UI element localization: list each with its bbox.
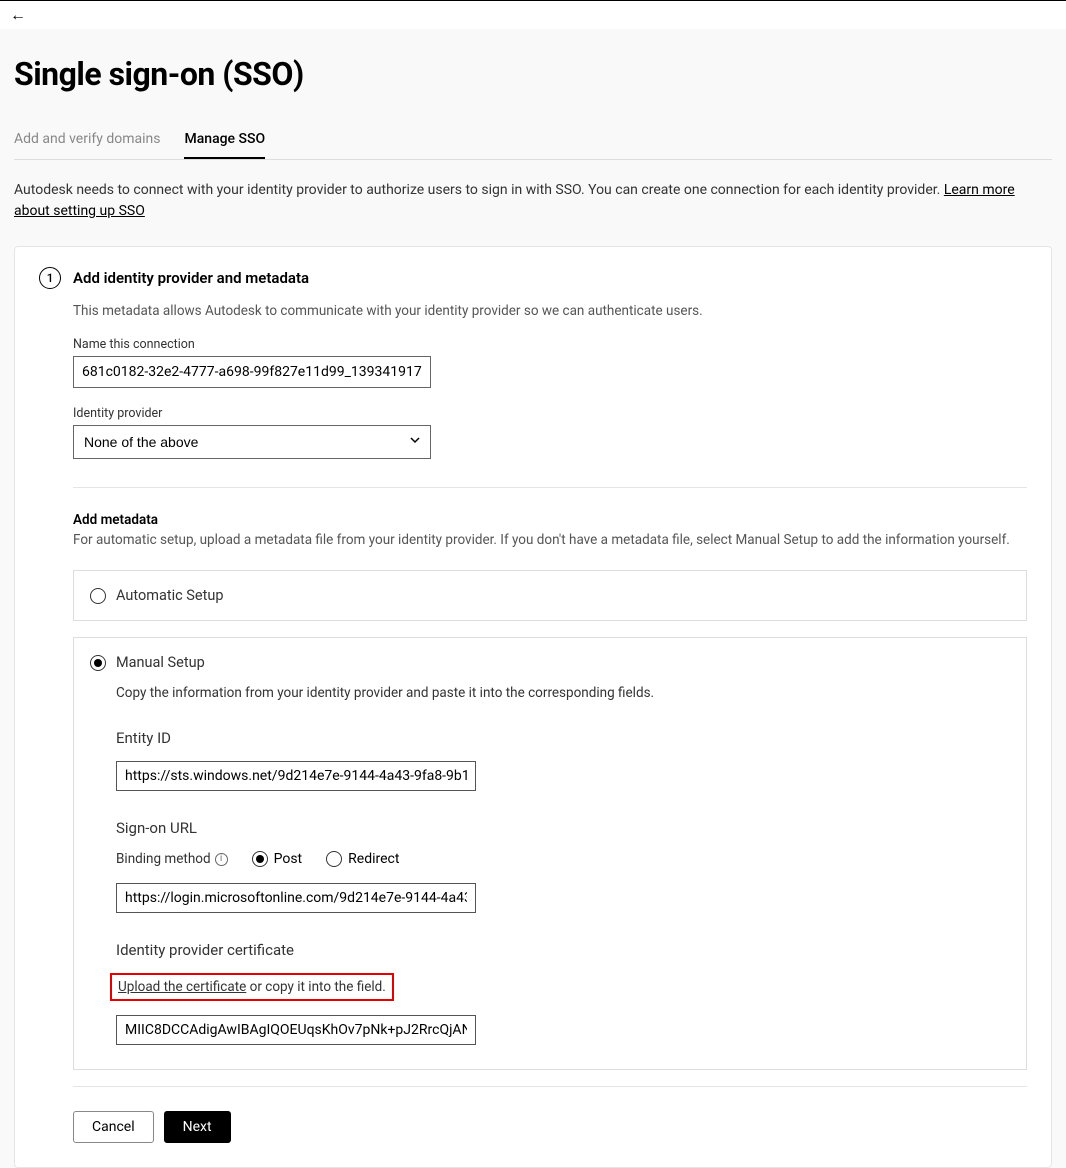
- add-metadata-heading: Add metadata: [73, 512, 1027, 528]
- binding-post-option[interactable]: Post: [252, 851, 303, 867]
- signon-url-label: Sign-on URL: [116, 819, 1010, 837]
- info-icon[interactable]: i: [215, 853, 228, 866]
- step-title: Add identity provider and metadata: [73, 269, 309, 287]
- entity-id-input[interactable]: [116, 761, 476, 791]
- binding-method-label: Binding method i: [116, 851, 228, 867]
- certificate-input[interactable]: [116, 1015, 476, 1045]
- tab-manage-sso[interactable]: Manage SSO: [184, 121, 265, 159]
- step-card: 1 Add identity provider and metadata Thi…: [14, 246, 1052, 1168]
- next-button[interactable]: Next: [164, 1111, 231, 1143]
- identity-provider-select[interactable]: None of the above: [73, 425, 431, 459]
- manual-setup-radio[interactable]: [90, 655, 106, 671]
- entity-id-label: Entity ID: [116, 729, 1010, 747]
- manual-setup-description: Copy the information from your identity …: [116, 685, 1010, 701]
- intro-text-body: Autodesk needs to connect with your iden…: [14, 182, 944, 198]
- highlight-box: Upload the certificate or copy it into t…: [110, 973, 394, 1001]
- automatic-setup-radio[interactable]: [90, 588, 106, 604]
- step-number-badge: 1: [39, 267, 61, 289]
- binding-post-label: Post: [274, 851, 303, 867]
- certificate-label: Identity provider certificate: [116, 941, 1010, 959]
- tab-add-domains[interactable]: Add and verify domains: [14, 121, 160, 159]
- connection-name-input[interactable]: [73, 356, 431, 388]
- connection-name-label: Name this connection: [73, 337, 1027, 352]
- intro-text: Autodesk needs to connect with your iden…: [14, 180, 1052, 222]
- automatic-setup-label: Automatic Setup: [116, 587, 223, 604]
- back-arrow-icon[interactable]: ←: [10, 5, 26, 25]
- page-title: Single sign-on (SSO): [14, 55, 1052, 93]
- signon-url-input[interactable]: [116, 883, 476, 913]
- cancel-button[interactable]: Cancel: [73, 1111, 154, 1143]
- step-description: This metadata allows Autodesk to communi…: [73, 303, 1027, 319]
- identity-provider-label: Identity provider: [73, 406, 1027, 421]
- binding-redirect-option[interactable]: Redirect: [326, 851, 399, 867]
- manual-setup-card: Manual Setup Copy the information from y…: [73, 637, 1027, 1070]
- add-metadata-description: For automatic setup, upload a metadata f…: [73, 532, 1027, 548]
- upload-certificate-link[interactable]: Upload the certificate: [118, 979, 246, 995]
- certificate-instruction-rest: or copy it into the field.: [246, 979, 386, 995]
- divider: [73, 487, 1027, 488]
- automatic-setup-card: Automatic Setup: [73, 570, 1027, 621]
- manual-setup-label: Manual Setup: [116, 654, 205, 671]
- tabs: Add and verify domains Manage SSO: [14, 121, 1052, 160]
- binding-redirect-label: Redirect: [348, 851, 399, 867]
